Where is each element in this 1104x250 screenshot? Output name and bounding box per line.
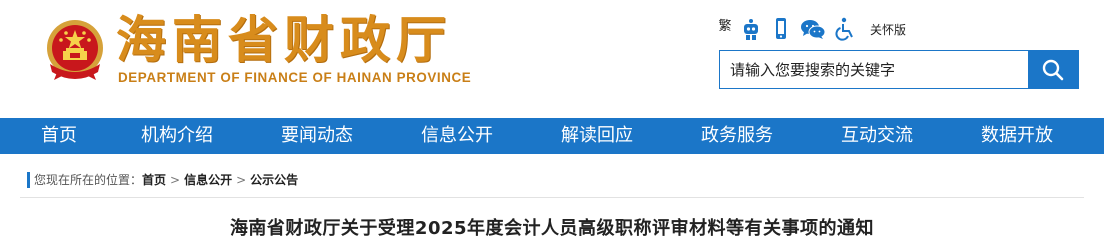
site-header: 海南省财政厅 DEPARTMENT OF FINANCE OF HAINAN P…: [0, 0, 1104, 118]
breadcrumb-separator: >: [236, 173, 247, 187]
nav-item-interpretation[interactable]: 解读回应: [561, 118, 633, 154]
nav-item-services[interactable]: 政务服务: [701, 118, 773, 154]
nav-item-open-data[interactable]: 数据开放: [981, 118, 1053, 154]
robot-assistant-button[interactable]: [740, 14, 762, 44]
national-emblem-icon: [47, 20, 103, 80]
site-subtitle: DEPARTMENT OF FINANCE OF HAINAN PROVINCE: [118, 70, 472, 85]
mobile-version-button[interactable]: [770, 14, 792, 44]
wechat-button[interactable]: [800, 14, 826, 44]
breadcrumb-item-announcements[interactable]: 公示公告: [250, 173, 298, 187]
breadcrumb-prefix: 您现在所在的位置：: [34, 173, 143, 187]
breadcrumb-marker: [27, 172, 30, 188]
nav-item-info-disclosure[interactable]: 信息公开: [421, 118, 493, 154]
nav-item-news[interactable]: 要闻动态: [281, 118, 353, 154]
search-icon: [1042, 59, 1064, 80]
breadcrumb-divider: [20, 197, 1084, 198]
mobile-phone-icon: [776, 18, 786, 39]
nav-item-interaction[interactable]: 互动交流: [841, 118, 913, 154]
breadcrumb-item-home[interactable]: 首页: [142, 173, 166, 187]
accessibility-button[interactable]: [834, 14, 856, 44]
nav-item-home[interactable]: 首页: [41, 118, 77, 154]
search-input[interactable]: [720, 51, 1028, 88]
breadcrumb: 您现在所在的位置：首页 > 信息公开 > 公示公告: [34, 172, 298, 188]
header-toolbar: 繁 关怀版: [718, 14, 906, 44]
traditional-chinese-toggle[interactable]: 繁: [718, 14, 732, 34]
wechat-icon: [801, 20, 826, 39]
site-title: 海南省财政厅: [116, 11, 452, 69]
nav-item-organization[interactable]: 机构介绍: [141, 118, 213, 154]
search-box: [719, 50, 1079, 89]
breadcrumb-item-info-disclosure[interactable]: 信息公开: [184, 173, 232, 187]
robot-icon: [744, 19, 758, 40]
search-button[interactable]: [1028, 51, 1078, 88]
accessibility-icon: [835, 17, 853, 41]
care-mode-link[interactable]: 关怀版: [870, 21, 906, 38]
article-title: 海南省财政厅关于受理2025年度会计人员高级职称评审材料等有关事项的通知: [229, 218, 875, 239]
main-nav: 首页 机构介绍 要闻动态 信息公开 解读回应 政务服务 互动交流 数据开放: [0, 118, 1104, 154]
breadcrumb-separator: >: [170, 173, 181, 187]
